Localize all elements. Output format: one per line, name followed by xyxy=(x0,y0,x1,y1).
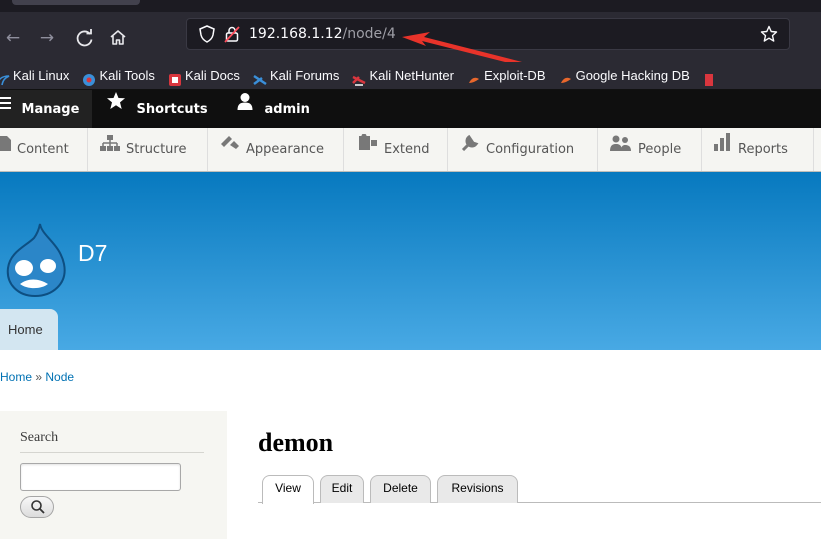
page-title: demon xyxy=(258,428,334,457)
admin-shortcuts[interactable]: Shortcuts xyxy=(106,90,208,128)
tray-reports[interactable]: Reports xyxy=(702,128,814,171)
shield-icon[interactable] xyxy=(197,24,217,44)
tray-configuration[interactable]: Configuration xyxy=(448,128,598,171)
bookmark-kali-tools[interactable]: Kali Tools xyxy=(82,62,155,89)
forward-arrow-icon[interactable]: → xyxy=(34,25,60,51)
kali-tools-icon xyxy=(82,69,96,86)
tab-delete[interactable]: Delete xyxy=(370,475,431,503)
tray-appearance[interactable]: Appearance xyxy=(208,128,344,171)
drupal-logo-icon[interactable] xyxy=(2,222,72,298)
home-tab[interactable]: Home xyxy=(0,309,58,350)
file-icon xyxy=(0,126,11,169)
bookmark-kali-docs[interactable]: Kali Docs xyxy=(168,62,240,89)
admin-toolbar: Manage Shortcuts admin xyxy=(0,90,821,128)
search-block-divider xyxy=(20,452,204,453)
bookmark-label: Kali Tools xyxy=(99,68,155,83)
url-path: /node/4 xyxy=(342,26,396,42)
search-block-title: Search xyxy=(20,430,59,445)
breadcrumb-home[interactable]: Home xyxy=(0,370,32,384)
bookmark-label: Google Hacking DB xyxy=(575,68,690,83)
kali-docs-icon xyxy=(168,69,182,86)
bookmark-label: Kali NetHunter xyxy=(369,68,454,83)
site-header: D7 Home xyxy=(0,172,821,350)
home-icon[interactable] xyxy=(105,25,131,51)
exploit-db-icon xyxy=(467,69,481,83)
browser-tab-strip xyxy=(0,0,821,12)
breadcrumb: Home » Node xyxy=(0,370,74,384)
browser-navbar: ← → 192.168.1.12/node/4 xyxy=(0,12,821,66)
tab-view[interactable]: View xyxy=(262,475,314,504)
kali-forums-icon xyxy=(253,69,267,85)
breadcrumb-node[interactable]: Node xyxy=(45,370,74,384)
bookmark-kali-nethunter[interactable]: Kali NetHunter xyxy=(352,62,454,89)
reload-icon[interactable] xyxy=(72,25,98,51)
bar-chart-icon xyxy=(714,126,732,169)
bookmark-kali-forums[interactable]: Kali Forums xyxy=(253,62,340,89)
url-host: 192.168.1.12 xyxy=(249,26,343,42)
tray-label: People xyxy=(638,142,682,157)
browser-tab[interactable] xyxy=(12,0,140,5)
bookmark-label: Kali Docs xyxy=(184,68,240,83)
menu-icon xyxy=(0,88,14,126)
admin-manage-label: Manage xyxy=(21,101,80,117)
bookmark-overflow[interactable] xyxy=(703,62,720,89)
ghdb-icon xyxy=(559,69,573,83)
tab-edit[interactable]: Edit xyxy=(320,475,364,503)
star-icon xyxy=(106,88,126,126)
admin-user-label: admin xyxy=(264,101,310,117)
tray-people[interactable]: People xyxy=(598,128,702,171)
paintbrush-icon xyxy=(220,126,240,169)
admin-tray: Content Structure Appearance Extend Conf… xyxy=(0,128,821,172)
search-input[interactable] xyxy=(20,463,181,491)
people-icon xyxy=(610,126,632,169)
bookmark-star-icon[interactable] xyxy=(759,24,779,44)
search-icon xyxy=(31,500,45,514)
nethunter-icon xyxy=(352,69,366,86)
tray-label: Extend xyxy=(384,142,430,157)
insecure-lock-icon[interactable] xyxy=(222,24,242,44)
tray-label: Appearance xyxy=(246,142,325,157)
search-button[interactable] xyxy=(20,496,54,518)
bookmark-label: Kali Forums xyxy=(269,68,340,83)
tray-label: Configuration xyxy=(486,142,575,157)
tray-structure[interactable]: Structure xyxy=(88,128,208,171)
admin-shortcuts-label: Shortcuts xyxy=(136,101,208,117)
tray-label: Content xyxy=(17,142,69,157)
tray-label: Structure xyxy=(126,142,187,157)
admin-user[interactable]: admin xyxy=(236,90,310,128)
tray-label: Reports xyxy=(738,142,788,157)
kali-dragon-icon xyxy=(0,69,10,85)
puzzle-icon xyxy=(358,126,378,169)
tray-content[interactable]: Content xyxy=(0,128,88,171)
breadcrumb-separator: » xyxy=(35,370,43,384)
url-text: 192.168.1.12/node/4 xyxy=(249,19,396,49)
site-name[interactable]: D7 xyxy=(78,240,107,267)
tab-revisions[interactable]: Revisions xyxy=(437,475,518,503)
sidebar: Search xyxy=(0,411,227,539)
sitemap-icon xyxy=(100,126,120,169)
bookmark-exploit-db[interactable]: Exploit-DB xyxy=(467,62,546,89)
bookmarks-toolbar: Kali Linux Kali Tools Kali Docs Kali For… xyxy=(0,62,821,90)
wrench-icon xyxy=(460,126,480,169)
back-arrow-icon[interactable]: ← xyxy=(0,25,26,51)
tray-extend[interactable]: Extend xyxy=(344,128,448,171)
bookmark-overflow-icon xyxy=(703,69,717,86)
bookmark-label: Kali Linux xyxy=(13,68,70,83)
bookmark-kali-linux[interactable]: Kali Linux xyxy=(0,62,70,89)
user-icon xyxy=(236,88,254,126)
bookmark-label: Exploit-DB xyxy=(484,68,546,83)
bookmark-ghdb[interactable]: Google Hacking DB xyxy=(559,62,690,89)
admin-manage[interactable]: Manage xyxy=(0,90,92,128)
